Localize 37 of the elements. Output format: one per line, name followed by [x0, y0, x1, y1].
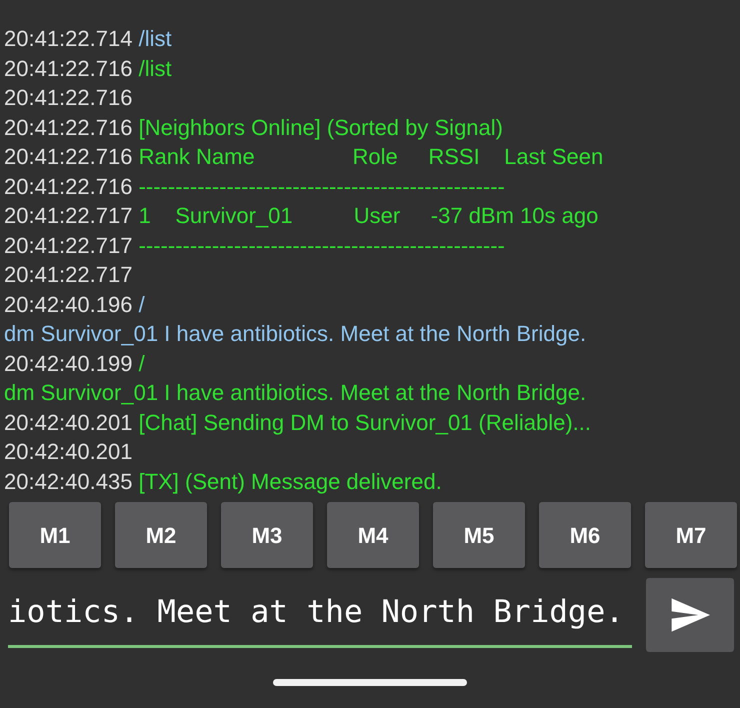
- timestamp: 20:41:22.717: [4, 261, 132, 289]
- message-input-field[interactable]: iotics. Meet at the North Bridge.: [8, 578, 632, 648]
- timestamp: 20:42:40.196: [4, 290, 134, 318]
- timestamp: 20:41:22.717: [4, 232, 134, 260]
- timestamp: 20:42:40.201: [4, 438, 132, 466]
- macro-button[interactable]: M4: [327, 502, 419, 568]
- macro-button[interactable]: M6: [539, 502, 631, 568]
- timestamp: 20:41:22.716: [4, 54, 134, 82]
- timestamp: 20:42:40.199: [4, 350, 134, 378]
- log-message: /list: [138, 54, 172, 82]
- log-message: [Neighbors Online] (Sorted by Signal): [138, 114, 503, 142]
- log-message: dm Survivor_01 I have antibiotics. Meet at the North Bridge.: [4, 320, 586, 348]
- macro-button[interactable]: M3: [221, 502, 313, 568]
- send-button[interactable]: [646, 578, 734, 652]
- log-message: /: [138, 350, 145, 378]
- timestamp: 20:42:40.201: [4, 408, 134, 436]
- log-message: --------------------------------------------------: [138, 232, 505, 260]
- log-message: /: [138, 290, 145, 318]
- timestamp: 20:41:22.714: [4, 25, 134, 53]
- log-message: [Chat] Sending DM to Survivor_01 (Reliable)...: [138, 408, 592, 437]
- timestamp: 20:41:22.716: [4, 143, 134, 171]
- timestamp: 20:41:22.716: [4, 172, 134, 200]
- timestamp: 20:41:22.716: [4, 114, 134, 142]
- macro-button[interactable]: M5: [433, 502, 525, 568]
- send-icon: [670, 598, 710, 632]
- log-message: 1 Survivor_01 User -37 dBm 10s ago: [138, 202, 598, 230]
- log-message: /list: [138, 25, 172, 53]
- macro-button[interactable]: M7: [645, 502, 737, 568]
- timestamp: 20:41:22.716: [4, 84, 132, 112]
- log-message: --------------------------------------------------: [138, 172, 505, 200]
- timestamp: 20:41:22.717: [4, 202, 134, 230]
- macro-button[interactable]: M2: [115, 502, 207, 568]
- timestamp: 20:42:40.435: [4, 468, 134, 496]
- log-message: dm Survivor_01 I have antibiotics. Meet at the North Bridge.: [4, 379, 586, 407]
- macro-button[interactable]: M1: [9, 502, 101, 568]
- log-message: [TX] (Sent) Message delivered.: [138, 468, 442, 496]
- log-message: Rank Name Role RSSI Last Seen: [138, 143, 604, 171]
